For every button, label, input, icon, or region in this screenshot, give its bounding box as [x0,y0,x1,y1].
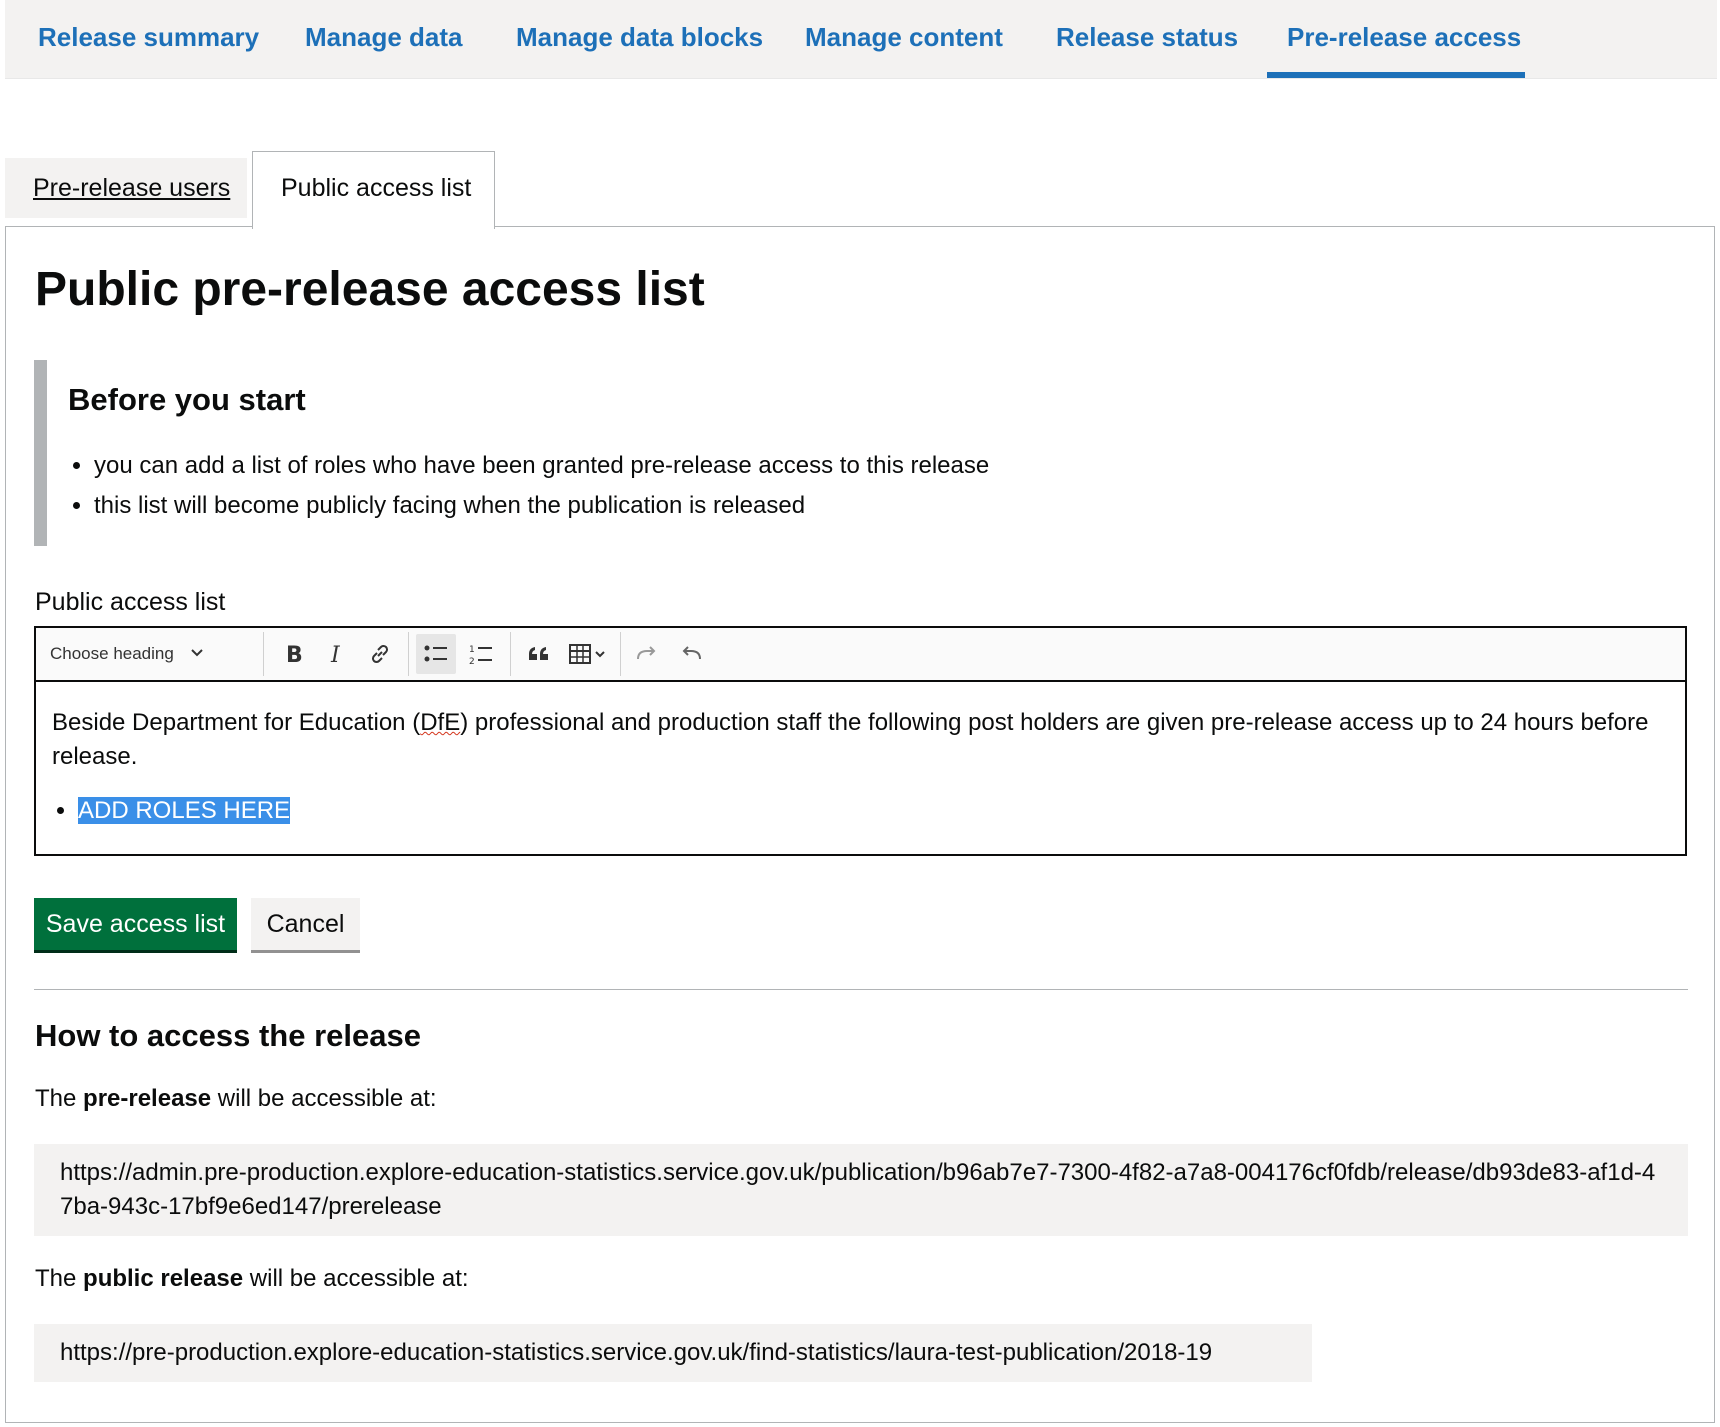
nav-pre-release-access[interactable]: Pre-release access [1287,22,1521,53]
prerelease-url: https://admin.pre-production.explore-edu… [60,1159,1656,1220]
save-access-list-button[interactable]: Save access list [34,898,237,950]
table-icon[interactable] [564,634,614,674]
svg-text:I: I [330,643,341,666]
nav-release-summary[interactable]: Release summary [38,22,259,53]
link-icon[interactable] [361,634,399,674]
nav-release-status[interactable]: Release status [1056,22,1238,53]
undo-icon[interactable] [672,634,710,674]
inset-list-item: this list will become publicly facing wh… [94,486,989,526]
prerelease-text: The pre-release will be accessible at: [35,1085,437,1112]
chevron-down-icon [190,645,204,663]
tab-public-access-list-label: Public access list [281,174,472,202]
active-nav-indicator [1267,72,1525,78]
prerelease-url-box: https://admin.pre-production.explore-edu… [34,1144,1688,1236]
public-url-box: https://pre-production.explore-education… [34,1324,1312,1382]
cancel-button[interactable]: Cancel [251,898,360,950]
nav-manage-data[interactable]: Manage data [305,22,463,53]
public-access-list-label: Public access list [35,588,226,616]
svg-text:B: B [286,643,303,666]
tab-pre-release-users[interactable]: Pre-release users [5,158,247,218]
before-you-start-inset: Before you start you can add a list of r… [34,360,989,546]
release-navigation: Release summary Manage data Manage data … [5,0,1717,79]
italic-icon[interactable]: I [318,634,356,674]
bold-icon[interactable]: B [275,634,313,674]
heading-dropdown[interactable]: Choose heading [50,634,250,674]
public-release-text: The public release will be accessible at… [35,1265,469,1292]
nav-manage-data-blocks[interactable]: Manage data blocks [516,22,763,53]
inset-list-item: you can add a list of roles who have bee… [94,446,989,486]
nav-manage-content[interactable]: Manage content [805,22,1003,53]
heading-dropdown-label: Choose heading [50,644,174,663]
section-divider [34,989,1688,990]
svg-text:2: 2 [469,657,475,666]
access-heading: How to access the release [35,1018,421,1053]
spellcheck-word: DfE [420,709,461,736]
blockquote-icon[interactable] [519,634,559,674]
bulleted-list-icon[interactable] [416,634,456,674]
public-url: https://pre-production.explore-education… [60,1339,1213,1366]
editor-list: ADD ROLES HERE [52,796,1669,826]
selected-text: ADD ROLES HERE [78,797,291,824]
rich-text-editor[interactable]: Choose heading B I 12 Beside Department … [34,626,1687,856]
editor-content[interactable]: Beside Department for Education (DfE) pr… [36,682,1685,826]
editor-toolbar: Choose heading B I 12 [36,628,1685,682]
editor-paragraph: Beside Department for Education (DfE) pr… [52,709,1649,770]
inset-list: you can add a list of roles who have bee… [68,446,989,526]
editor-list-item: ADD ROLES HERE [78,796,1669,826]
tab-pre-release-users-label[interactable]: Pre-release users [33,174,230,203]
redo-icon[interactable] [628,634,666,674]
inset-heading: Before you start [68,382,306,417]
tab-public-access-list[interactable]: Public access list [252,151,495,229]
page-title: Public pre-release access list [35,263,705,316]
numbered-list-icon[interactable]: 12 [461,634,501,674]
svg-text:1: 1 [469,645,475,655]
